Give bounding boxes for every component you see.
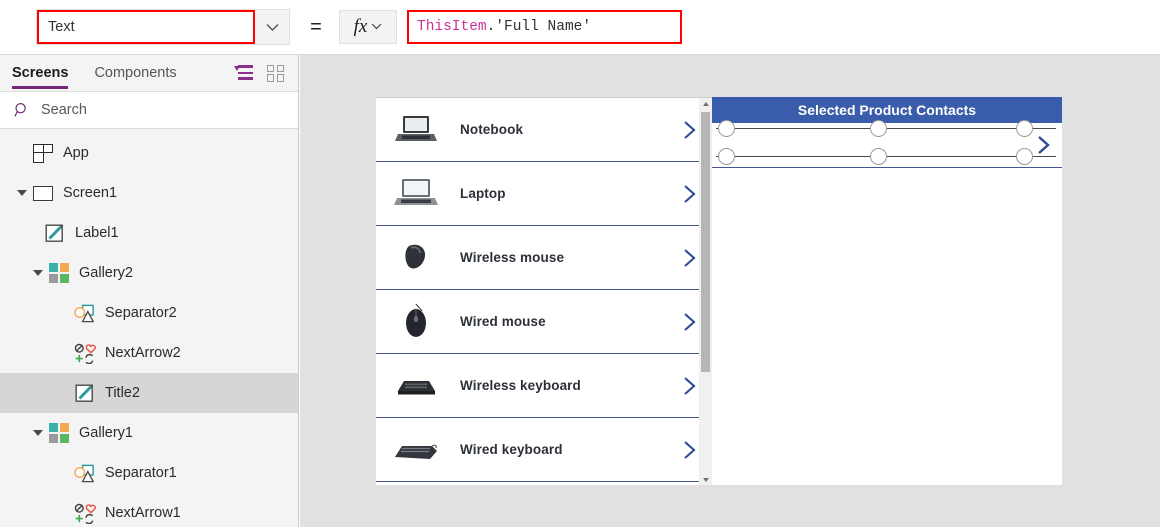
power-apps-studio: Text = fx ThisItem.'Full Name' Screens — [0, 0, 1160, 527]
scroll-up-arrow-icon[interactable] — [702, 102, 709, 106]
scrollbar-thumb[interactable] — [701, 112, 710, 372]
tree-view-list: App Screen1 Label1 Gallery2 Separator2 N… — [0, 129, 298, 527]
gallery-item[interactable]: Wireless keyboard — [376, 354, 712, 418]
thumbnail-view-icon[interactable] — [267, 64, 284, 82]
tree-item-label: Separator1 — [105, 465, 177, 481]
tree-item-gallery1[interactable]: Gallery1 — [0, 413, 298, 453]
tree-item-separator2[interactable]: Separator2 — [0, 293, 298, 333]
tree-item-separator1[interactable]: Separator1 — [0, 453, 298, 493]
twisty-expanded[interactable] — [14, 185, 30, 201]
product-gallery[interactable]: Notebook Laptop Wireless mouse Wired mou… — [376, 97, 712, 485]
chevron-right-icon[interactable] — [678, 119, 700, 141]
app-icon — [32, 142, 54, 164]
gallery-item-label: Laptop — [460, 186, 506, 201]
formula-bar: Text = fx ThisItem .'Full Name' — [0, 0, 1160, 55]
gallery-item[interactable]: Wired keyboard — [376, 418, 712, 482]
tree-item-label: NextArrow1 — [105, 505, 181, 521]
tab-components[interactable]: Components — [94, 55, 176, 91]
chevron-right-icon[interactable] — [678, 375, 700, 397]
gallery-item-label: Wired keyboard — [460, 442, 563, 457]
tree-item-nextarrow1[interactable]: NextArrow1 — [0, 493, 298, 527]
tree-item-label: Screen1 — [63, 185, 118, 201]
search-placeholder: Search — [41, 102, 87, 118]
chevron-down-icon[interactable] — [255, 10, 289, 44]
gallery-icon — [48, 262, 70, 284]
tree-item-label1[interactable]: Label1 — [0, 213, 298, 253]
tree-item-title2[interactable]: Title2 — [0, 373, 298, 413]
gallery-icon — [48, 422, 70, 444]
label-icon — [44, 222, 66, 244]
tree-item-label: Label1 — [75, 225, 119, 241]
wired-keyboard-image — [392, 430, 440, 470]
formula-token-identifier: ThisItem — [417, 19, 487, 35]
tab-components-label: Components — [94, 65, 177, 81]
wireless-keyboard-image — [392, 366, 440, 406]
gallery-item-label: Wired mouse — [460, 314, 546, 329]
formula-token-rest: .'Full Name' — [486, 19, 592, 35]
tree-item-screen1[interactable]: Screen1 — [0, 173, 298, 213]
twisty-expanded[interactable] — [30, 265, 46, 281]
chevron-right-icon[interactable] — [678, 311, 700, 333]
fx-label: fx — [353, 16, 368, 37]
gallery-item[interactable]: Wireless mouse — [376, 226, 712, 290]
search-box[interactable]: Search — [0, 91, 298, 129]
chevron-right-icon[interactable] — [1032, 134, 1054, 156]
tree-view-toolbar — [234, 64, 298, 82]
screen-icon — [32, 182, 54, 204]
tree-item-label: Gallery2 — [79, 265, 133, 281]
contacts-header-title: Selected Product Contacts — [797, 102, 977, 118]
gallery-item-label: Wireless mouse — [460, 250, 565, 265]
gallery-scrollbar[interactable] — [699, 98, 712, 485]
twisty-expanded[interactable] — [30, 425, 46, 441]
search-icon — [14, 102, 30, 118]
chevron-right-icon[interactable] — [678, 439, 700, 461]
tree-item-label: NextArrow2 — [105, 345, 181, 361]
gallery-item-label: Notebook — [460, 122, 524, 137]
contacts-gallery[interactable]: Selected Product Contacts — [712, 97, 1062, 485]
label-icon — [74, 382, 96, 404]
list-view-icon[interactable] — [234, 65, 253, 81]
tab-screens[interactable]: Screens — [12, 55, 69, 91]
property-selector[interactable]: Text — [36, 9, 290, 45]
fx-button[interactable]: fx — [339, 10, 397, 44]
next-arrow-icon — [74, 502, 96, 524]
wireless-mouse-image — [392, 238, 440, 278]
tree-item-label: Separator2 — [105, 305, 177, 321]
wired-mouse-image — [392, 302, 440, 342]
tree-item-app[interactable]: App — [0, 133, 298, 173]
gallery-item[interactable]: Wired mouse — [376, 290, 712, 354]
tree-item-label: Gallery1 — [79, 425, 133, 441]
tree-item-label: App — [63, 145, 89, 161]
gallery-item[interactable]: Notebook — [376, 98, 712, 162]
chevron-right-icon[interactable] — [678, 183, 700, 205]
separator-icon — [74, 302, 96, 324]
tree-item-nextarrow2[interactable]: NextArrow2 — [0, 333, 298, 373]
app-canvas: Notebook Laptop Wireless mouse Wired mou… — [300, 55, 1160, 527]
notebook-image — [392, 110, 440, 150]
property-dropdown-value[interactable]: Text — [37, 10, 255, 44]
next-arrow-icon — [74, 342, 96, 364]
separator-icon — [74, 462, 96, 484]
scroll-down-arrow-icon[interactable] — [702, 478, 709, 482]
equals-sign: = — [310, 15, 322, 38]
formula-input[interactable]: ThisItem .'Full Name' — [407, 10, 682, 44]
tree-item-gallery2[interactable]: Gallery2 — [0, 253, 298, 293]
gallery-item-label: Wireless keyboard — [460, 378, 581, 393]
tree-view-tabs: Screens Components — [0, 55, 298, 91]
chevron-down-icon[interactable] — [371, 22, 382, 33]
chevron-right-icon[interactable] — [678, 247, 700, 269]
gallery-item[interactable]: Laptop — [376, 162, 712, 226]
tree-view-pane: Screens Components Search App Screen1 La… — [0, 55, 299, 527]
tab-screens-label: Screens — [12, 65, 69, 81]
tree-item-label: Title2 — [105, 385, 140, 401]
contacts-row-selected[interactable] — [712, 123, 1062, 168]
contacts-header: Selected Product Contacts — [712, 97, 1062, 123]
laptop-image — [392, 174, 440, 214]
